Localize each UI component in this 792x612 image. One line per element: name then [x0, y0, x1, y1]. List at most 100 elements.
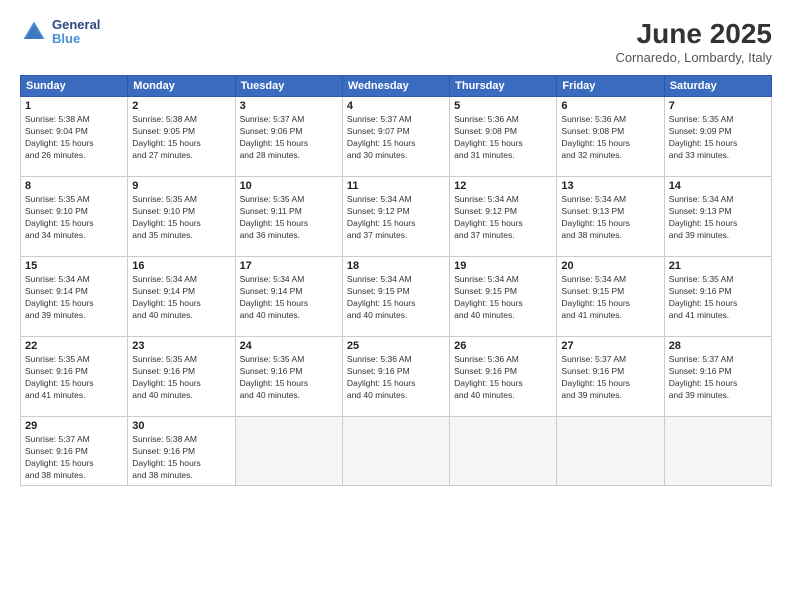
day-info: Sunrise: 5:34 AM Sunset: 9:14 PM Dayligh… — [132, 274, 230, 322]
day-number: 21 — [669, 260, 767, 272]
calendar-cell: 29 Sunrise: 5:37 AM Sunset: 9:16 PM Dayli… — [21, 417, 128, 486]
day-info: Sunrise: 5:35 AM Sunset: 9:11 PM Dayligh… — [240, 194, 338, 242]
calendar: SundayMondayTuesdayWednesdayThursdayFrid… — [20, 75, 772, 486]
day-number: 25 — [347, 340, 445, 352]
day-number: 29 — [25, 420, 123, 432]
logo: General Blue — [20, 18, 100, 47]
calendar-cell: 15 Sunrise: 5:34 AM Sunset: 9:14 PM Dayli… — [21, 257, 128, 337]
day-number: 11 — [347, 180, 445, 192]
calendar-week-row: 15 Sunrise: 5:34 AM Sunset: 9:14 PM Dayli… — [21, 257, 772, 337]
day-number: 2 — [132, 100, 230, 112]
day-number: 19 — [454, 260, 552, 272]
day-info: Sunrise: 5:35 AM Sunset: 9:16 PM Dayligh… — [240, 354, 338, 402]
day-number: 15 — [25, 260, 123, 272]
day-number: 17 — [240, 260, 338, 272]
day-info: Sunrise: 5:35 AM Sunset: 9:16 PM Dayligh… — [132, 354, 230, 402]
day-info: Sunrise: 5:37 AM Sunset: 9:16 PM Dayligh… — [25, 434, 123, 482]
day-info: Sunrise: 5:34 AM Sunset: 9:15 PM Dayligh… — [454, 274, 552, 322]
calendar-cell: 14 Sunrise: 5:34 AM Sunset: 9:13 PM Dayli… — [664, 177, 771, 257]
day-info: Sunrise: 5:37 AM Sunset: 9:06 PM Dayligh… — [240, 114, 338, 162]
calendar-cell: 5 Sunrise: 5:36 AM Sunset: 9:08 PM Daylig… — [450, 97, 557, 177]
calendar-cell: 23 Sunrise: 5:35 AM Sunset: 9:16 PM Dayli… — [128, 337, 235, 417]
day-number: 28 — [669, 340, 767, 352]
day-number: 4 — [347, 100, 445, 112]
day-info: Sunrise: 5:35 AM Sunset: 9:10 PM Dayligh… — [25, 194, 123, 242]
day-number: 3 — [240, 100, 338, 112]
day-info: Sunrise: 5:34 AM Sunset: 9:15 PM Dayligh… — [561, 274, 659, 322]
calendar-cell: 22 Sunrise: 5:35 AM Sunset: 9:16 PM Dayli… — [21, 337, 128, 417]
page: General Blue June 2025 Cornaredo, Lombar… — [0, 0, 792, 612]
day-number: 1 — [25, 100, 123, 112]
calendar-cell: 28 Sunrise: 5:37 AM Sunset: 9:16 PM Dayli… — [664, 337, 771, 417]
header-row: General Blue June 2025 Cornaredo, Lombar… — [20, 18, 772, 65]
day-info: Sunrise: 5:35 AM Sunset: 9:09 PM Dayligh… — [669, 114, 767, 162]
day-number: 6 — [561, 100, 659, 112]
calendar-cell: 1Sunrise: 5:38 AM Sunset: 9:04 PM Daylig… — [21, 97, 128, 177]
calendar-cell: 13Sunrise: 5:34 AM Sunset: 9:13 PM Dayli… — [557, 177, 664, 257]
day-info: Sunrise: 5:36 AM Sunset: 9:16 PM Dayligh… — [454, 354, 552, 402]
day-info: Sunrise: 5:34 AM Sunset: 9:12 PM Dayligh… — [347, 194, 445, 242]
calendar-cell: 27 Sunrise: 5:37 AM Sunset: 9:16 PM Dayli… — [557, 337, 664, 417]
day-number: 27 — [561, 340, 659, 352]
calendar-cell: 20 Sunrise: 5:34 AM Sunset: 9:15 PM Dayli… — [557, 257, 664, 337]
day-number: 26 — [454, 340, 552, 352]
calendar-cell: 19 Sunrise: 5:34 AM Sunset: 9:15 PM Dayli… — [450, 257, 557, 337]
calendar-cell: 21Sunrise: 5:35 AM Sunset: 9:16 PM Dayli… — [664, 257, 771, 337]
calendar-week-row: 8 Sunrise: 5:35 AM Sunset: 9:10 PM Daylig… — [21, 177, 772, 257]
calendar-cell: 10Sunrise: 5:35 AM Sunset: 9:11 PM Dayli… — [235, 177, 342, 257]
weekday-header: Tuesday — [235, 76, 342, 97]
calendar-cell: 24 Sunrise: 5:35 AM Sunset: 9:16 PM Dayli… — [235, 337, 342, 417]
calendar-cell: 16 Sunrise: 5:34 AM Sunset: 9:14 PM Dayli… — [128, 257, 235, 337]
calendar-cell: 12 Sunrise: 5:34 AM Sunset: 9:12 PM Dayli… — [450, 177, 557, 257]
day-number: 24 — [240, 340, 338, 352]
day-info: Sunrise: 5:34 AM Sunset: 9:13 PM Dayligh… — [669, 194, 767, 242]
day-info: Sunrise: 5:38 AM Sunset: 9:05 PM Dayligh… — [132, 114, 230, 162]
day-number: 5 — [454, 100, 552, 112]
weekday-header: Thursday — [450, 76, 557, 97]
day-number: 22 — [25, 340, 123, 352]
calendar-cell: 11 Sunrise: 5:34 AM Sunset: 9:12 PM Dayli… — [342, 177, 449, 257]
logo-icon — [20, 18, 48, 46]
day-info: Sunrise: 5:34 AM Sunset: 9:14 PM Dayligh… — [25, 274, 123, 322]
calendar-cell: 17Sunrise: 5:34 AM Sunset: 9:14 PM Dayli… — [235, 257, 342, 337]
day-number: 12 — [454, 180, 552, 192]
calendar-cell: 4Sunrise: 5:37 AM Sunset: 9:07 PM Daylig… — [342, 97, 449, 177]
weekday-header: Sunday — [21, 76, 128, 97]
title-block: June 2025 Cornaredo, Lombardy, Italy — [615, 18, 772, 65]
calendar-cell: 9Sunrise: 5:35 AM Sunset: 9:10 PM Daylig… — [128, 177, 235, 257]
day-number: 20 — [561, 260, 659, 272]
weekday-header-row: SundayMondayTuesdayWednesdayThursdayFrid… — [21, 76, 772, 97]
calendar-cell — [557, 417, 664, 486]
calendar-cell — [235, 417, 342, 486]
calendar-cell — [664, 417, 771, 486]
logo-line1: General — [52, 18, 100, 32]
calendar-cell: 18 Sunrise: 5:34 AM Sunset: 9:15 PM Dayli… — [342, 257, 449, 337]
day-info: Sunrise: 5:37 AM Sunset: 9:16 PM Dayligh… — [669, 354, 767, 402]
calendar-cell: 30Sunrise: 5:38 AM Sunset: 9:16 PM Dayli… — [128, 417, 235, 486]
calendar-cell: 25Sunrise: 5:36 AM Sunset: 9:16 PM Dayli… — [342, 337, 449, 417]
day-info: Sunrise: 5:34 AM Sunset: 9:12 PM Dayligh… — [454, 194, 552, 242]
day-info: Sunrise: 5:36 AM Sunset: 9:08 PM Dayligh… — [561, 114, 659, 162]
calendar-cell: 2 Sunrise: 5:38 AM Sunset: 9:05 PM Daylig… — [128, 97, 235, 177]
calendar-cell: 3 Sunrise: 5:37 AM Sunset: 9:06 PM Daylig… — [235, 97, 342, 177]
calendar-cell: 26 Sunrise: 5:36 AM Sunset: 9:16 PM Dayli… — [450, 337, 557, 417]
logo-line2: Blue — [52, 32, 100, 46]
day-number: 16 — [132, 260, 230, 272]
weekday-header: Friday — [557, 76, 664, 97]
day-info: Sunrise: 5:36 AM Sunset: 9:08 PM Dayligh… — [454, 114, 552, 162]
logo-text: General Blue — [52, 18, 100, 47]
calendar-week-row: 1Sunrise: 5:38 AM Sunset: 9:04 PM Daylig… — [21, 97, 772, 177]
calendar-cell: 7Sunrise: 5:35 AM Sunset: 9:09 PM Daylig… — [664, 97, 771, 177]
calendar-cell — [342, 417, 449, 486]
day-number: 30 — [132, 420, 230, 432]
day-info: Sunrise: 5:35 AM Sunset: 9:16 PM Dayligh… — [25, 354, 123, 402]
day-info: Sunrise: 5:35 AM Sunset: 9:10 PM Dayligh… — [132, 194, 230, 242]
day-number: 18 — [347, 260, 445, 272]
calendar-cell: 8 Sunrise: 5:35 AM Sunset: 9:10 PM Daylig… — [21, 177, 128, 257]
day-info: Sunrise: 5:37 AM Sunset: 9:16 PM Dayligh… — [561, 354, 659, 402]
day-number: 23 — [132, 340, 230, 352]
day-info: Sunrise: 5:34 AM Sunset: 9:13 PM Dayligh… — [561, 194, 659, 242]
day-info: Sunrise: 5:34 AM Sunset: 9:15 PM Dayligh… — [347, 274, 445, 322]
day-number: 8 — [25, 180, 123, 192]
day-number: 14 — [669, 180, 767, 192]
